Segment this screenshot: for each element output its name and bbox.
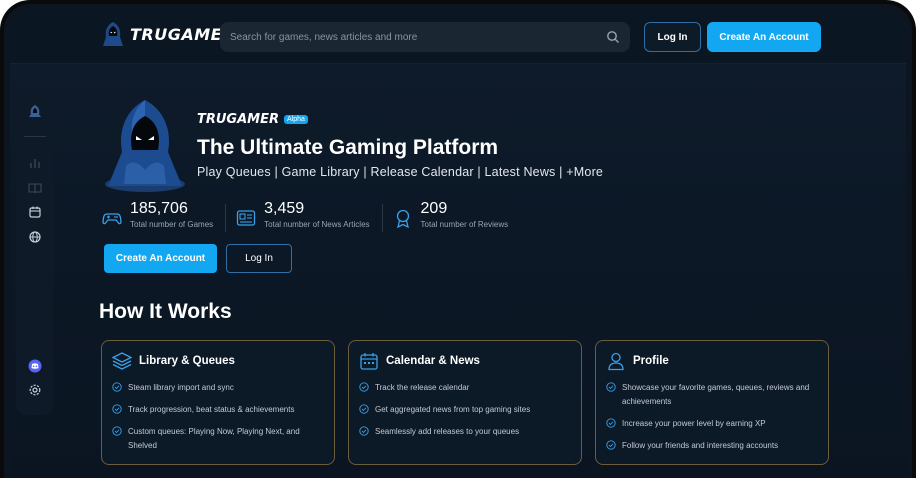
check-circle-icon — [606, 382, 616, 392]
feature-card-calendar: Calendar & News Track the release calend… — [348, 340, 582, 465]
alpha-badge: Alpha — [284, 115, 308, 124]
stat-reviews: 209 Total number of Reviews — [393, 200, 521, 238]
sidebar-divider — [24, 136, 46, 137]
check-circle-icon — [112, 404, 122, 414]
check-circle-icon — [112, 382, 122, 392]
stat-news-value: 3,459 — [264, 200, 305, 217]
list-item: Seamlessly add releases to your queues — [359, 425, 571, 439]
how-it-works-title: How It Works — [99, 300, 232, 323]
feature-text: Showcase your favorite games, queues, re… — [622, 383, 810, 406]
feature-text: Steam library import and sync — [128, 383, 234, 392]
device-frame: TRUGAMER Log In Create An Account — [0, 0, 916, 478]
calendar-icon — [360, 353, 378, 370]
check-circle-icon — [359, 382, 369, 392]
user-icon — [608, 352, 624, 371]
hero-mascot-image — [105, 100, 185, 192]
check-circle-icon — [606, 418, 616, 428]
hero-create-account-button[interactable]: Create An Account — [104, 244, 217, 273]
feature-text: Get aggregated news from top gaming site… — [375, 405, 531, 414]
feature-text: Follow your friends and interesting acco… — [622, 441, 779, 450]
list-item: Increase your power level by earning XP — [606, 417, 818, 431]
gamepad-icon — [102, 213, 122, 225]
layers-icon — [112, 352, 132, 370]
mascot-icon[interactable] — [28, 104, 42, 118]
feature-text: Track the release calendar — [375, 383, 470, 392]
app-screen: TRUGAMER Log In Create An Account — [10, 10, 906, 478]
list-item: Follow your friends and interesting acco… — [606, 439, 818, 453]
book-icon[interactable] — [28, 181, 42, 195]
left-sidebar — [16, 90, 54, 415]
hero-login-button[interactable]: Log In — [226, 244, 292, 273]
login-button[interactable]: Log In — [644, 22, 701, 52]
stat-reviews-value: 209 — [420, 200, 448, 217]
search-icon[interactable] — [606, 30, 620, 44]
mascot-icon — [103, 22, 123, 46]
create-account-button[interactable]: Create An Account — [707, 22, 821, 52]
top-navbar: TRUGAMER Log In Create An Account — [10, 10, 906, 64]
hero-brand-wordmark: TRUGAMER — [197, 112, 279, 127]
globe-icon[interactable] — [28, 230, 42, 244]
calendar-icon[interactable] — [28, 205, 42, 219]
list-item: Custom queues: Playing Now, Playing Next… — [112, 425, 324, 453]
list-item: Track the release calendar — [359, 381, 571, 395]
hero-subtitle: Play Queues | Game Library | Release Cal… — [197, 165, 604, 179]
site-logo[interactable]: TRUGAMER — [102, 21, 235, 47]
feature-card-profile: Profile Showcase your favorite games, qu… — [595, 340, 829, 465]
news-icon — [237, 210, 256, 226]
discord-icon[interactable] — [28, 359, 42, 373]
check-circle-icon — [359, 426, 369, 436]
feature-text: Seamlessly add releases to your queues — [375, 427, 520, 436]
stat-games: 185,706 Total number of Games — [102, 200, 225, 238]
card-title: Calendar & News — [386, 355, 480, 367]
stats-row: 185,706 Total number of Games 3,459 Tota… — [102, 200, 520, 238]
stat-divider — [225, 204, 227, 232]
check-circle-icon — [606, 440, 616, 450]
check-circle-icon — [112, 426, 122, 436]
card-title: Library & Queues — [139, 355, 235, 367]
card-title: Profile — [633, 355, 669, 367]
list-item: Showcase your favorite games, queues, re… — [606, 381, 818, 409]
feature-text: Custom queues: Playing Now, Playing Next… — [128, 427, 300, 450]
hero-brand: TRUGAMER Alpha — [197, 112, 308, 127]
feature-text: Increase your power level by earning XP — [622, 419, 766, 428]
list-item: Track progression, beat status & achieve… — [112, 403, 324, 417]
stat-games-value: 185,706 — [130, 200, 188, 217]
stat-news-label: Total number of News Articles — [264, 220, 370, 229]
stat-reviews-label: Total number of Reviews — [420, 220, 509, 229]
gear-icon[interactable] — [28, 383, 42, 397]
search-bar[interactable] — [220, 22, 630, 52]
check-circle-icon — [359, 404, 369, 414]
list-item: Steam library import and sync — [112, 381, 324, 395]
stat-news: 3,459 Total number of News Articles — [236, 200, 381, 238]
stat-divider — [381, 204, 383, 232]
list-item: Get aggregated news from top gaming site… — [359, 403, 571, 417]
hero-title: The Ultimate Gaming Platform — [197, 136, 499, 159]
award-icon — [396, 209, 409, 228]
search-input[interactable] — [230, 31, 606, 43]
feature-card-library: Library & Queues Steam library import an… — [101, 340, 335, 465]
feature-text: Track progression, beat status & achieve… — [128, 405, 295, 414]
stat-games-label: Total number of Games — [130, 220, 214, 229]
chart-icon[interactable] — [28, 156, 42, 170]
